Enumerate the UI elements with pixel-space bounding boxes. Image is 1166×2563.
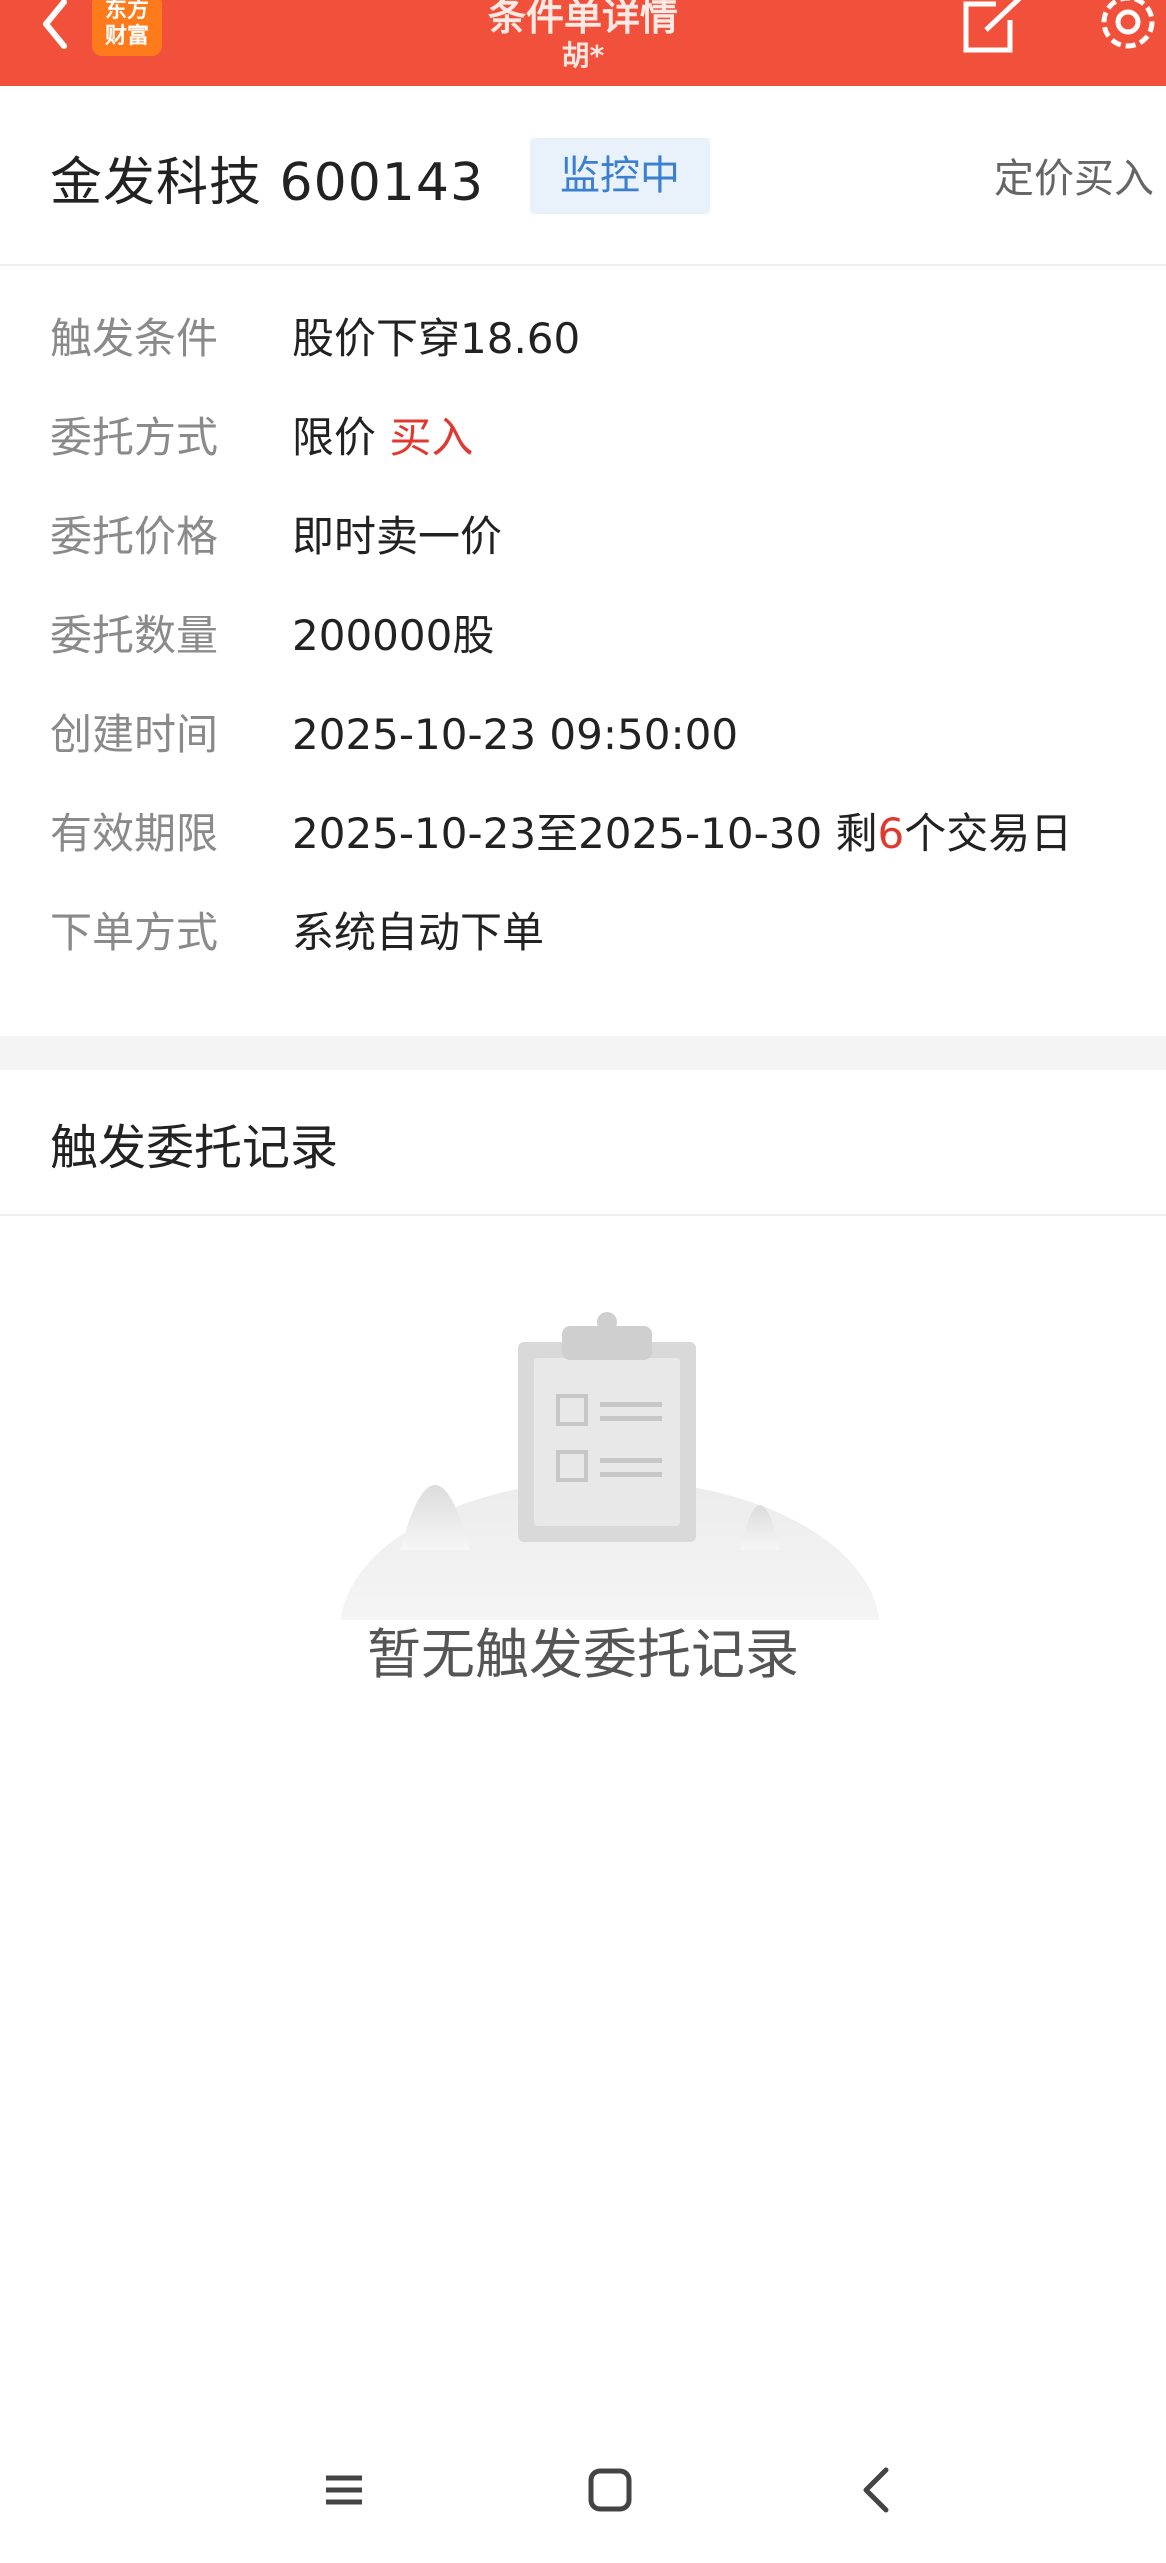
back-icon: [863, 2467, 889, 2513]
detail-row-order-mode: 下单方式 系统自动下单: [0, 898, 1166, 968]
order-type-label: 定价买入: [994, 156, 1154, 202]
status-badge: 监控中: [530, 138, 710, 214]
detail-label: 下单方式: [50, 908, 219, 957]
remaining-days: 6: [877, 809, 905, 858]
home-icon: [588, 2468, 632, 2512]
detail-value-suffix: 个交易日: [904, 809, 1073, 858]
clipboard-icon: [340, 1312, 880, 1780]
stock-name-code: 金发科技 600143: [50, 153, 485, 213]
detail-value-wrap: 限价 买入: [292, 403, 473, 473]
detail-value: 2025-10-23至2025-10-30 剩: [292, 809, 878, 858]
detail-row-validity: 有效期限 2025-10-23至2025-10-30 剩6个交易日: [0, 799, 1166, 869]
detail-row-created: 创建时间 2025-10-23 09:50:00: [0, 700, 1166, 770]
records-title: 触发委托记录: [50, 1120, 339, 1176]
condition-details: 触发条件 股价下穿18.60 委托方式 限价 买入 委托价格 即时卖一价 委托数…: [0, 266, 1166, 1036]
detail-value: 系统自动下单: [292, 908, 545, 957]
detail-value-wrap: 2025-10-23至2025-10-30 剩6个交易日: [292, 799, 1072, 869]
detail-row-price: 委托价格 即时卖一价: [0, 502, 1166, 572]
gear-icon: [1101, 0, 1155, 49]
detail-value: 2025-10-23 09:50:00: [292, 710, 739, 759]
detail-label: 创建时间: [50, 710, 219, 759]
detail-row-quantity: 委托数量 200000股: [0, 601, 1166, 671]
menu-icon: [326, 2475, 362, 2505]
records-header: 触发委托记录: [0, 1070, 1166, 1216]
detail-label: 触发条件: [50, 314, 219, 363]
detail-label: 委托方式: [50, 413, 219, 462]
nav-menu-button[interactable]: [304, 2450, 384, 2530]
share-icon: [963, 0, 1022, 53]
nav-back-button[interactable]: [836, 2450, 916, 2530]
detail-value: 限价: [292, 413, 377, 462]
detail-row-method: 委托方式 限价 买入: [0, 403, 1166, 473]
detail-label: 委托价格: [50, 512, 219, 561]
detail-value: 200000股: [292, 611, 495, 660]
empty-state-text: 暂无触发委托记录: [367, 1623, 799, 1686]
stock-header: 金发科技 600143 监控中 定价买入: [0, 86, 1166, 266]
top-bar: 东方 财富 条件单详情 胡*: [0, 0, 1166, 86]
detail-row-trigger: 触发条件 股价下穿18.60: [0, 304, 1166, 374]
detail-label: 有效期限: [50, 809, 219, 858]
empty-state-illustration: [340, 1300, 880, 1780]
detail-label: 委托数量: [50, 611, 219, 660]
nav-home-button[interactable]: [570, 2450, 650, 2530]
settings-button[interactable]: [1088, 0, 1162, 60]
section-divider: [0, 1036, 1166, 1070]
buy-direction: 买入: [389, 413, 474, 462]
share-button[interactable]: [960, 0, 1030, 56]
detail-value: 股价下穿18.60: [292, 314, 581, 363]
system-nav-bar: [0, 2440, 1166, 2540]
detail-value: 即时卖一价: [292, 512, 503, 561]
